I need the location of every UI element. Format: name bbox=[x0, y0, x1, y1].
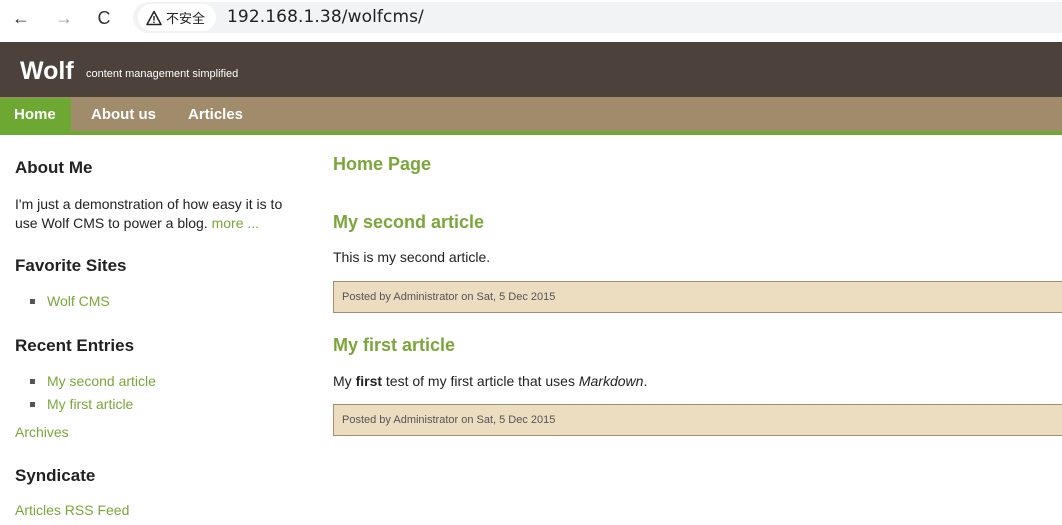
list-item: My second article bbox=[30, 370, 156, 393]
more-link[interactable]: more ... bbox=[212, 215, 259, 231]
bullet-icon bbox=[30, 402, 35, 407]
article-title-second[interactable]: My second article bbox=[333, 212, 484, 233]
article-meta-first: Posted by Administrator on Sat, 5 Dec 20… bbox=[333, 404, 1062, 436]
body-middle: test of my first article that uses bbox=[382, 373, 579, 389]
recent-link-first-article[interactable]: My first article bbox=[47, 396, 133, 412]
body-bold: first bbox=[355, 373, 383, 389]
page-title: Home Page bbox=[333, 154, 432, 174]
recent-entries-heading: Recent Entries bbox=[15, 336, 135, 355]
about-text-block: I'm just a demonstration of how easy it … bbox=[15, 195, 305, 233]
favorite-sites-heading: Favorite Sites bbox=[15, 256, 127, 275]
browser-toolbar: ← → C 不安全 192.168.1.38/wolfcms/ bbox=[0, 0, 1062, 42]
favorite-sites-list: Wolf CMS bbox=[30, 290, 110, 313]
bullet-icon bbox=[30, 299, 35, 304]
syndicate-heading: Syndicate bbox=[15, 466, 96, 485]
site-header: Wolf content management simplified bbox=[0, 42, 1062, 97]
favorite-link-wolf-cms[interactable]: Wolf CMS bbox=[47, 293, 110, 309]
rss-feed-link[interactable]: Articles RSS Feed bbox=[15, 502, 129, 518]
list-item: My first article bbox=[30, 393, 156, 416]
about-heading: About Me bbox=[15, 158, 93, 177]
archives-link[interactable]: Archives bbox=[15, 424, 69, 440]
main-navigation: Home About us Articles bbox=[0, 97, 1062, 135]
back-button[interactable]: ← bbox=[8, 7, 34, 29]
nav-item-home[interactable]: Home bbox=[0, 98, 71, 131]
body-italic: Markdown bbox=[578, 373, 644, 389]
bullet-icon bbox=[30, 379, 35, 384]
article-body-second: This is my second article. bbox=[333, 249, 491, 265]
body-prefix: My bbox=[333, 373, 356, 389]
list-item: Wolf CMS bbox=[30, 290, 110, 313]
article-meta-text: Posted by Administrator on Sat, 5 Dec 20… bbox=[342, 291, 556, 303]
recent-link-second-article[interactable]: My second article bbox=[47, 373, 156, 389]
article-meta-second: Posted by Administrator on Sat, 5 Dec 20… bbox=[333, 281, 1062, 313]
url-text[interactable]: 192.168.1.38/wolfcms/ bbox=[227, 7, 424, 27]
nav-item-about-us[interactable]: About us bbox=[91, 97, 156, 131]
recent-entries-list: My second article My first article bbox=[30, 370, 156, 416]
article-title-first[interactable]: My first article bbox=[333, 335, 455, 356]
security-indicator[interactable]: 不安全 bbox=[138, 4, 216, 31]
article-body-first: My first test of my first article that u… bbox=[333, 373, 647, 389]
forward-button[interactable]: → bbox=[51, 7, 77, 29]
reload-icon: C bbox=[97, 7, 111, 28]
nav-item-articles[interactable]: Articles bbox=[188, 97, 243, 131]
site-title[interactable]: Wolf bbox=[20, 57, 74, 86]
arrow-left-icon: ← bbox=[12, 7, 30, 28]
body-suffix: . bbox=[643, 373, 648, 389]
warning-triangle-icon bbox=[146, 10, 162, 25]
reload-button[interactable]: C bbox=[91, 7, 117, 29]
site-slogan: content management simplified bbox=[86, 68, 239, 80]
security-label: 不安全 bbox=[166, 11, 206, 26]
article-meta-text: Posted by Administrator on Sat, 5 Dec 20… bbox=[342, 414, 556, 426]
arrow-right-icon: → bbox=[55, 7, 73, 28]
